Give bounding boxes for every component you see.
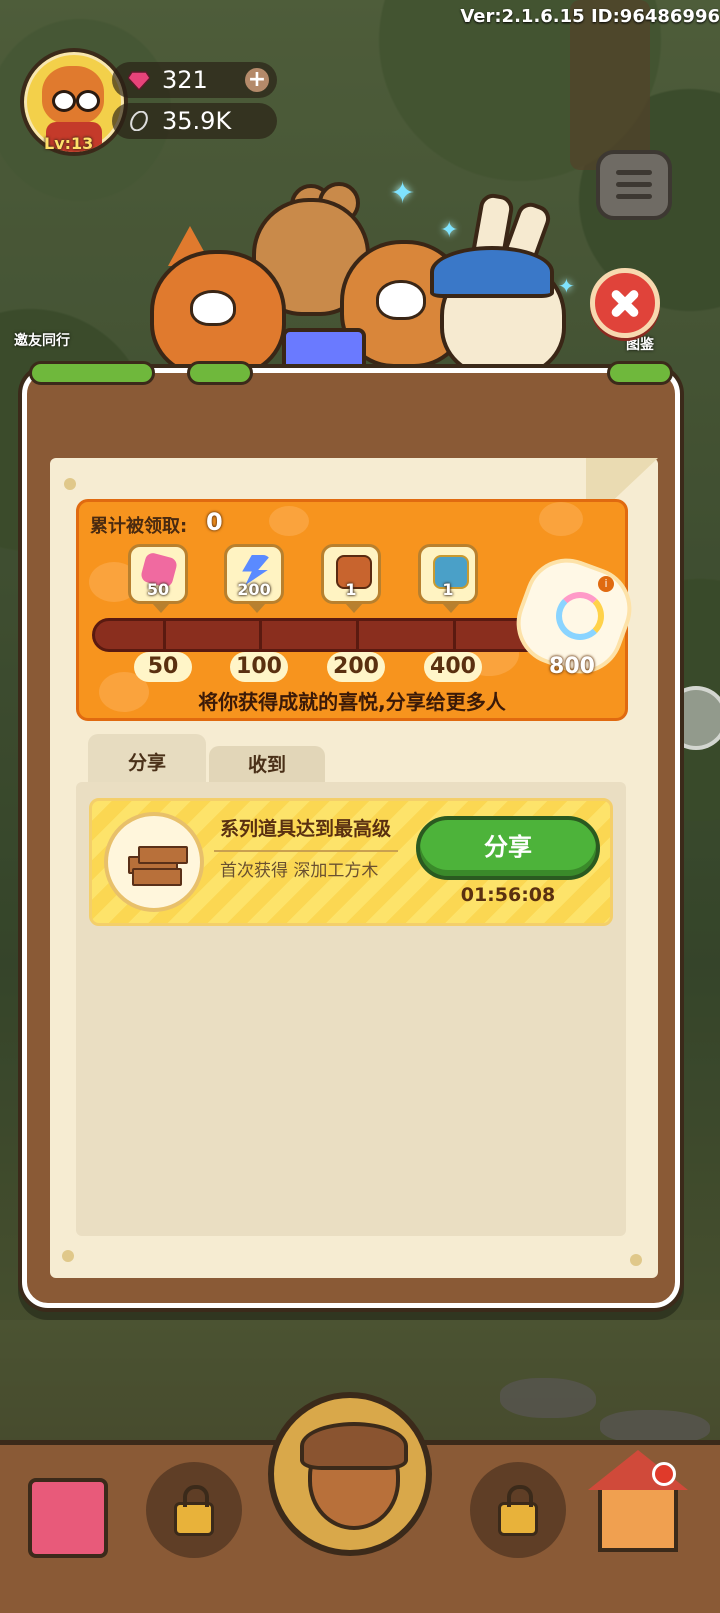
- fox-glasses: [190, 290, 236, 326]
- accumulated-label: 累计被领取:: [90, 516, 188, 537]
- sparkle-icon: ✦: [390, 176, 416, 211]
- avatar-glasses-right: [76, 90, 100, 112]
- vine-decoration: [607, 361, 673, 385]
- tab-share[interactable]: 分享: [88, 734, 206, 784]
- gem-icon: [128, 71, 150, 90]
- lock-icon: [498, 1485, 538, 1536]
- house-icon[interactable]: [588, 1450, 688, 1552]
- seed-count: 35.9K: [162, 107, 232, 135]
- countdown-timer: 01:56:08: [460, 884, 556, 906]
- share-slogan: 将你获得成就的喜悦,分享给更多人: [198, 690, 506, 714]
- reward-count: 50: [146, 580, 170, 599]
- reward-item-wooden-chest[interactable]: 1: [321, 544, 381, 613]
- phone-prop: [282, 328, 366, 372]
- menu-button[interactable]: [596, 150, 672, 220]
- info-icon[interactable]: i: [598, 576, 614, 592]
- reward-count: 1: [345, 580, 357, 599]
- player-level: Lv:13: [44, 134, 94, 153]
- notification-dot: [652, 1462, 676, 1486]
- gem-count: 321: [162, 66, 208, 94]
- final-reward[interactable]: i: [509, 551, 639, 681]
- milestone-label: 50: [134, 652, 192, 682]
- rabbit-cap: [430, 246, 554, 298]
- share-button[interactable]: 分享: [416, 816, 600, 880]
- item-subtitle: 首次获得 深加工方木: [220, 861, 379, 881]
- seed-icon: [130, 111, 148, 131]
- locked-slot[interactable]: [470, 1462, 566, 1558]
- invite-friends-label[interactable]: 邀友同行: [14, 330, 70, 350]
- vine-decoration: [29, 361, 155, 385]
- pin-dot: [630, 1254, 642, 1266]
- version-label: Ver:2.1.6.15 ID:96486996: [460, 6, 720, 27]
- tab-received[interactable]: 收到: [209, 746, 325, 784]
- reward-item-energy[interactable]: 200: [224, 544, 284, 613]
- acorn-cap: [300, 1422, 408, 1470]
- rainbow-ring-icon: [556, 592, 604, 640]
- acorn-main-button[interactable]: [268, 1392, 432, 1556]
- pin-dot: [64, 478, 76, 490]
- add-gems-button[interactable]: +: [245, 68, 269, 92]
- lock-icon: [174, 1485, 214, 1536]
- avatar-glasses-left: [52, 90, 76, 112]
- milestone-label: 100: [230, 652, 288, 682]
- divider: [214, 850, 398, 852]
- reward-item-gems[interactable]: 50: [128, 544, 188, 613]
- characters-banner: ✦ ✦ ✦: [140, 170, 580, 380]
- milestone-label: 200: [327, 652, 385, 682]
- close-button[interactable]: [590, 268, 660, 338]
- gem-counter: 321 +: [112, 62, 277, 98]
- accumulated-value: 0: [206, 508, 223, 536]
- item-title: 系列道具达到最高级: [220, 818, 392, 840]
- pin-dot: [62, 1250, 74, 1262]
- shop-icon[interactable]: [28, 1478, 108, 1558]
- milestone-label: 800: [549, 654, 595, 679]
- sparkle-icon: ✦: [440, 218, 459, 243]
- reward-item-blue-chest[interactable]: 1: [418, 544, 478, 613]
- progress-bar: [92, 618, 552, 652]
- milestone-label: 400: [424, 652, 482, 682]
- squirrel-glasses: [376, 280, 426, 320]
- reward-count: 1: [442, 580, 454, 599]
- locked-slot[interactable]: [146, 1462, 242, 1558]
- item-icon-frame: [104, 812, 204, 912]
- seed-counter: 35.9K: [112, 103, 277, 139]
- vine-decoration: [187, 361, 253, 385]
- reward-count: 200: [237, 580, 271, 599]
